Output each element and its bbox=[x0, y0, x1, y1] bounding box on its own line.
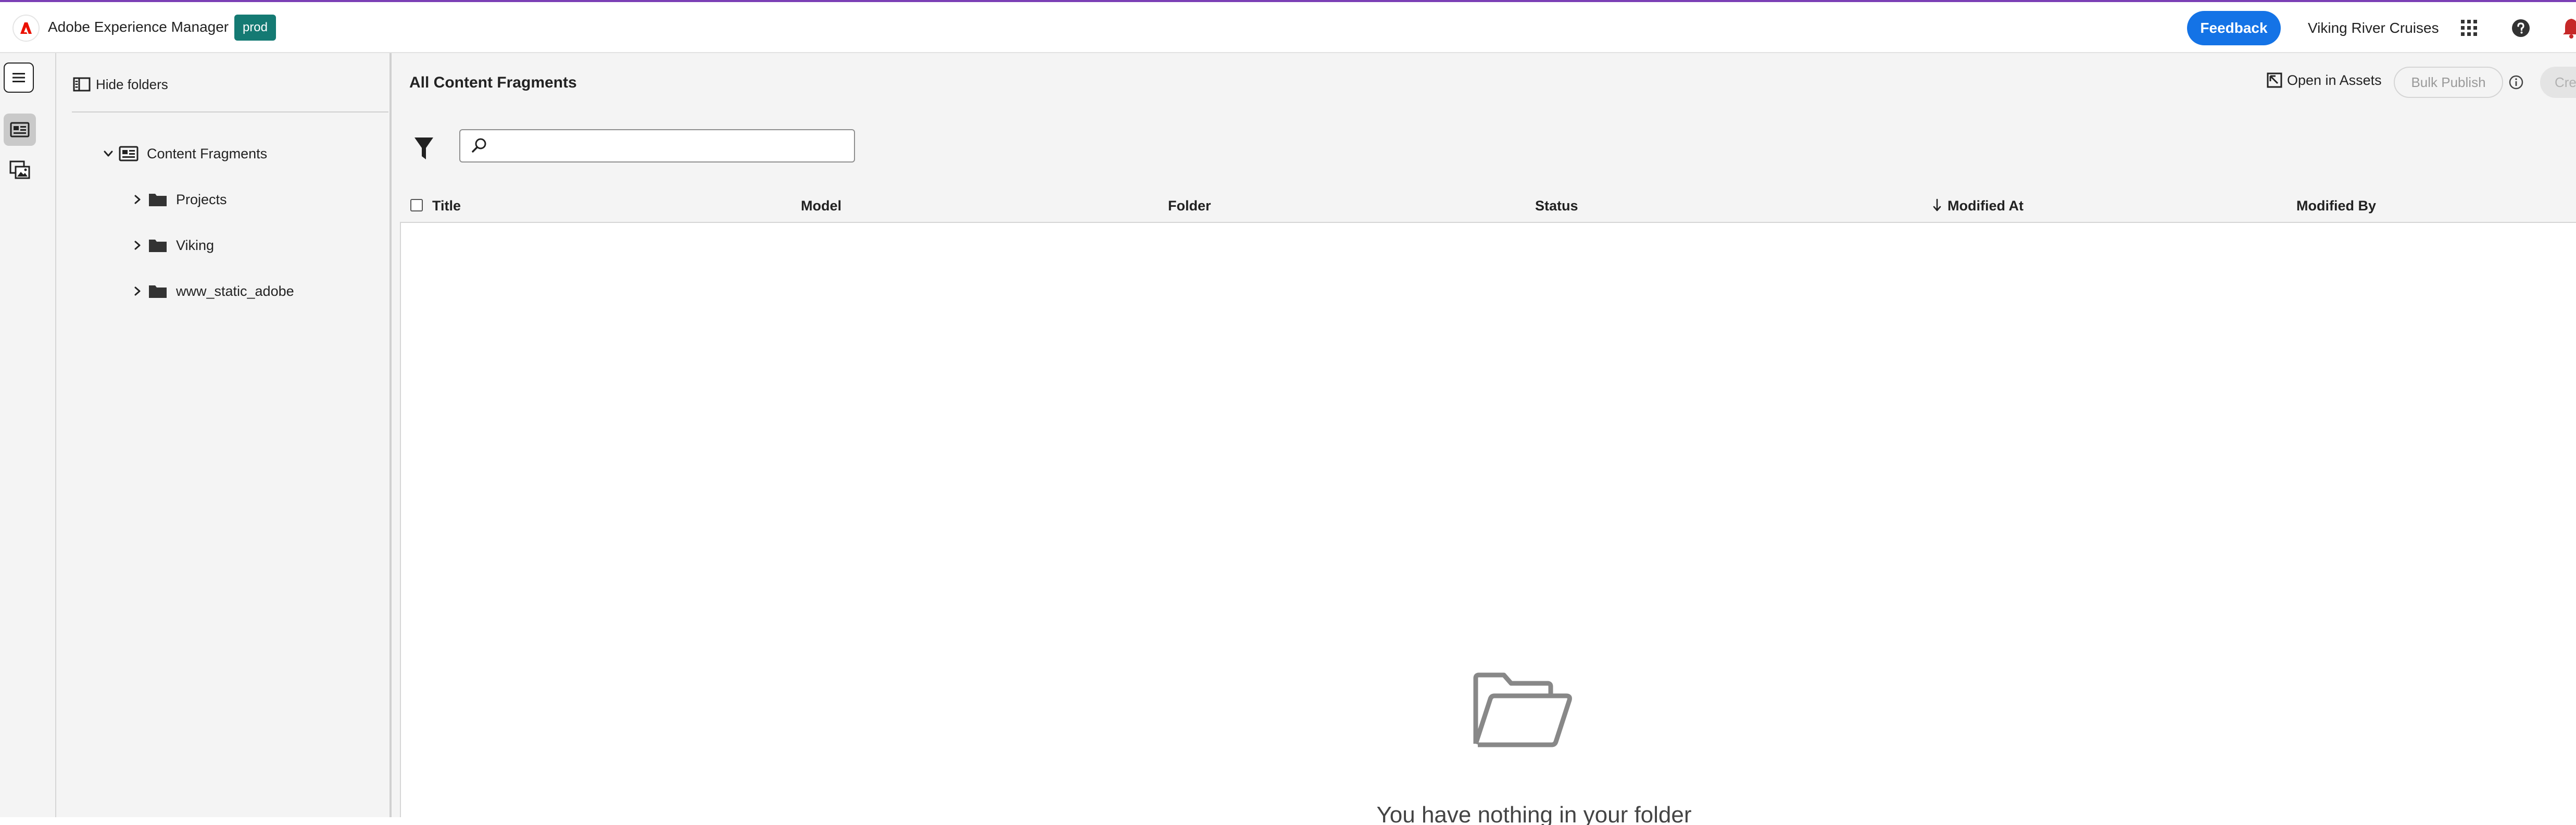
content-fragment-icon bbox=[119, 146, 139, 161]
column-header-title[interactable]: Title bbox=[432, 198, 461, 214]
table-header: Title Model Folder Status Modified At Mo… bbox=[400, 188, 2576, 223]
hide-folders-label: Hide folders bbox=[96, 76, 168, 92]
tree-item-label: www_static_adobe bbox=[176, 283, 294, 299]
app-header: Adobe Experience Manager prod Feedback V… bbox=[0, 2, 2576, 53]
bulk-publish-button[interactable]: Bulk Publish bbox=[2394, 67, 2503, 98]
folder-icon bbox=[149, 194, 167, 206]
adobe-logo[interactable] bbox=[12, 15, 40, 42]
tree-item-content-fragments[interactable]: Content Fragments bbox=[102, 142, 267, 165]
tree-item-www-static-adobe[interactable]: www_static_adobe bbox=[131, 280, 294, 303]
rail-assets-button[interactable] bbox=[7, 157, 32, 182]
menu-icon bbox=[12, 73, 25, 82]
search-input[interactable] bbox=[493, 132, 849, 160]
notifications-bell-icon[interactable] bbox=[2561, 17, 2576, 40]
assets-images-icon bbox=[9, 160, 30, 179]
column-header-folder[interactable]: Folder bbox=[1168, 198, 1211, 214]
org-switcher[interactable]: Viking River Cruises bbox=[2308, 20, 2439, 36]
environment-badge: prod bbox=[234, 15, 276, 41]
info-icon[interactable] bbox=[2509, 75, 2523, 90]
feedback-button[interactable]: Feedback bbox=[2187, 11, 2281, 45]
select-all-checkbox[interactable] bbox=[410, 199, 423, 211]
column-header-modified-at[interactable]: Modified At bbox=[1947, 198, 2024, 214]
tree-item-viking[interactable]: Viking bbox=[131, 234, 214, 257]
main-content: All Content Fragments Open in Assets Bul… bbox=[392, 53, 2576, 825]
rail-content-fragments-button[interactable] bbox=[4, 114, 36, 146]
sort-descending-icon[interactable] bbox=[1932, 198, 1942, 213]
create-button[interactable]: Cre bbox=[2540, 67, 2576, 98]
open-external-icon bbox=[2267, 72, 2282, 88]
open-in-assets-label: Open in Assets bbox=[2287, 72, 2382, 88]
empty-state-message: You have nothing in your folder bbox=[1376, 802, 1692, 825]
column-header-model[interactable]: Model bbox=[801, 198, 841, 214]
tree-item-label: Viking bbox=[176, 237, 215, 253]
hide-folders-button[interactable]: Hide folders bbox=[73, 75, 168, 94]
chevron-right-icon[interactable] bbox=[131, 285, 144, 297]
folder-icon bbox=[149, 240, 167, 252]
empty-folder-icon bbox=[1473, 672, 1572, 747]
search-field[interactable] bbox=[459, 129, 855, 162]
chevron-down-icon[interactable] bbox=[102, 147, 115, 160]
tree-item-label: Projects bbox=[176, 191, 227, 207]
help-icon[interactable] bbox=[2511, 18, 2531, 38]
chevron-right-icon[interactable] bbox=[131, 193, 144, 206]
tree-item-label: Content Fragments bbox=[147, 145, 268, 161]
filter-icon[interactable] bbox=[413, 135, 434, 161]
tree-item-projects[interactable]: Projects bbox=[131, 188, 227, 211]
content-fragment-icon bbox=[10, 122, 30, 138]
search-icon bbox=[472, 138, 486, 153]
left-rail bbox=[0, 53, 56, 817]
apps-grid-icon[interactable] bbox=[2460, 19, 2479, 38]
column-header-status[interactable]: Status bbox=[1535, 198, 1578, 214]
folder-panel: Hide folders Content Fragments Projects bbox=[56, 53, 392, 817]
folders-divider bbox=[72, 111, 388, 113]
page-title: All Content Fragments bbox=[409, 74, 577, 91]
open-in-assets-button[interactable]: Open in Assets bbox=[2266, 72, 2382, 89]
hamburger-menu-button[interactable] bbox=[4, 63, 34, 93]
table-body: You have nothing in your folder bbox=[400, 223, 2576, 825]
app-title[interactable]: Adobe Experience Manager bbox=[48, 19, 229, 35]
chevron-right-icon[interactable] bbox=[131, 239, 144, 252]
column-header-modified-by[interactable]: Modified By bbox=[2296, 198, 2376, 214]
folder-icon bbox=[149, 285, 167, 298]
panel-toggle-icon bbox=[73, 77, 91, 92]
